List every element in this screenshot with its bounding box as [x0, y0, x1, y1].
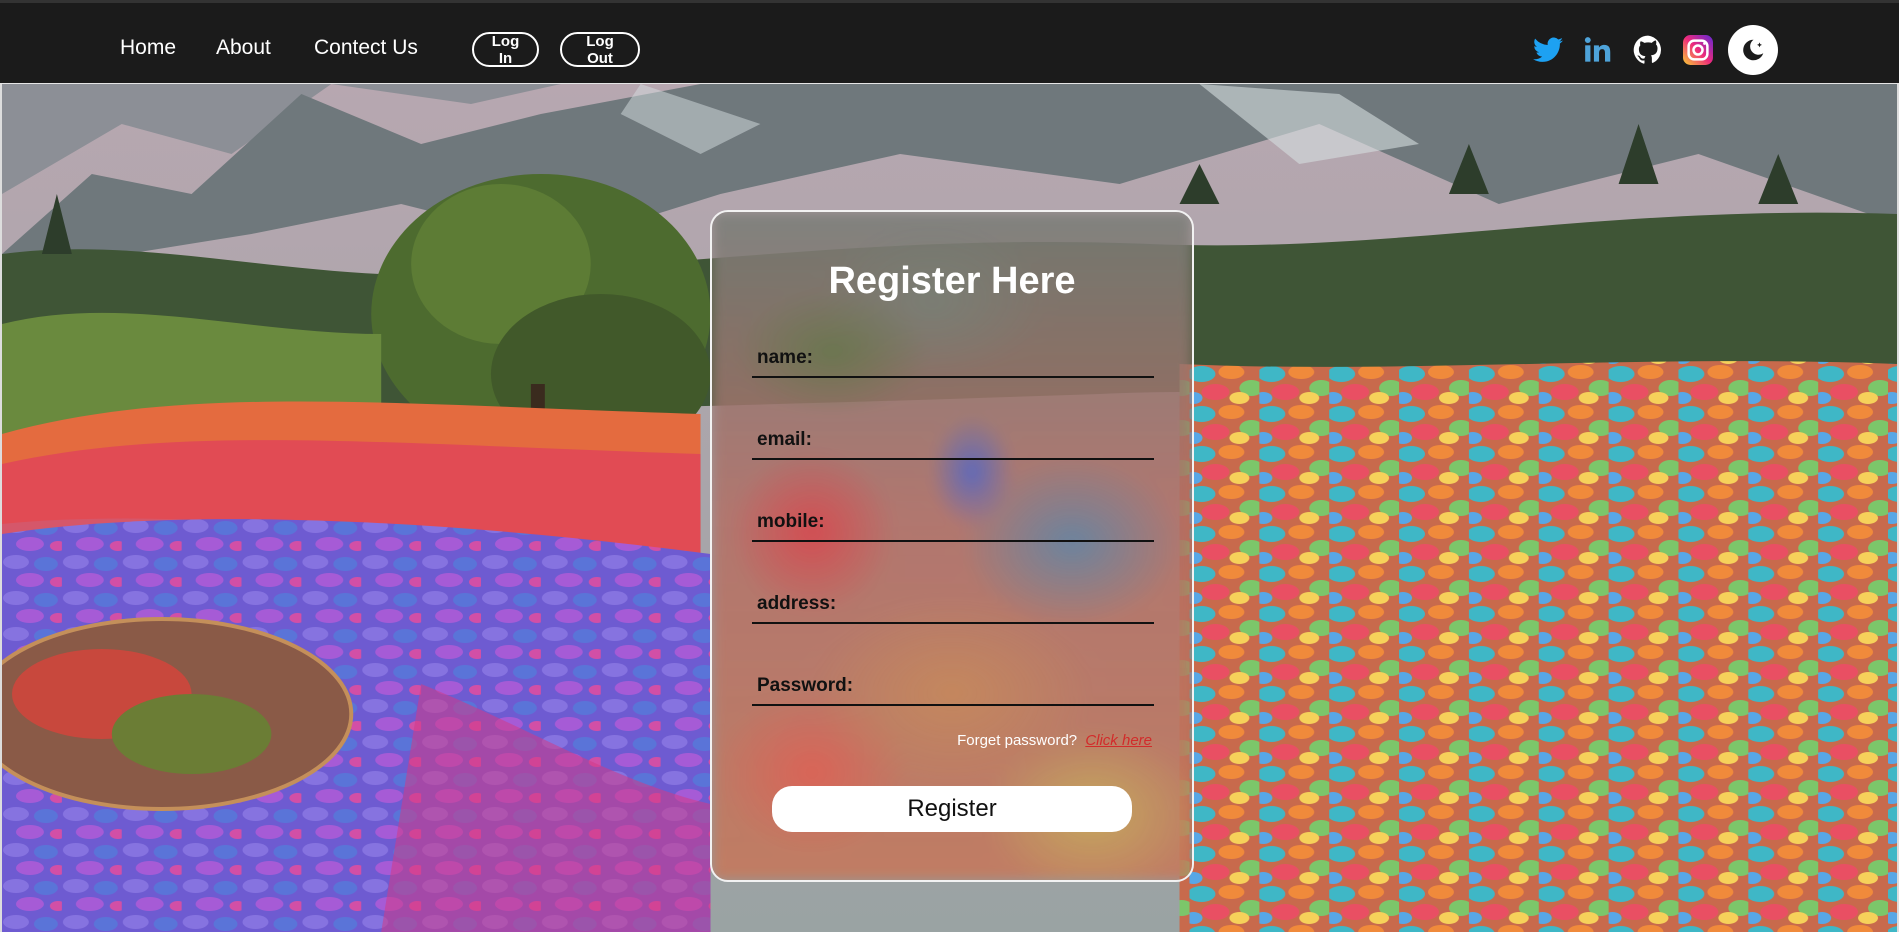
email-field [752, 422, 1154, 460]
theme-toggle-button[interactable] [1728, 25, 1778, 75]
mobile-field [752, 504, 1154, 542]
github-icon[interactable] [1631, 33, 1665, 67]
form-title: Register Here [828, 260, 1076, 302]
password-input[interactable] [752, 668, 1154, 704]
email-input[interactable] [752, 422, 1154, 458]
address-field [752, 586, 1154, 624]
nav-about-link[interactable]: About [216, 36, 271, 60]
register-button[interactable]: Register [772, 786, 1132, 832]
logout-button[interactable]: Log Out [560, 32, 640, 67]
linkedin-icon[interactable] [1581, 33, 1615, 67]
twitter-icon[interactable] [1531, 33, 1565, 67]
forgot-password-link[interactable]: Click here [1085, 732, 1152, 749]
forgot-password-text: Forget password? [957, 732, 1078, 749]
register-form-card: Register Here Forget password? Click her… [710, 210, 1194, 882]
hero-background: Register Here Forget password? Click her… [0, 84, 1899, 932]
mobile-input[interactable] [752, 504, 1154, 540]
nav-contact-link[interactable]: Contect Us [314, 36, 418, 60]
name-field [752, 340, 1154, 378]
password-field [752, 668, 1154, 706]
instagram-icon[interactable] [1681, 33, 1715, 67]
forgot-password-row: Forget password? Click here [957, 732, 1152, 749]
moon-icon [1743, 39, 1764, 61]
login-button[interactable]: Log In [472, 32, 539, 67]
address-input[interactable] [752, 586, 1154, 622]
top-navbar: Home About Contect Us Log In Log Out [0, 0, 1899, 84]
name-input[interactable] [752, 340, 1154, 376]
nav-home-link[interactable]: Home [120, 36, 176, 60]
